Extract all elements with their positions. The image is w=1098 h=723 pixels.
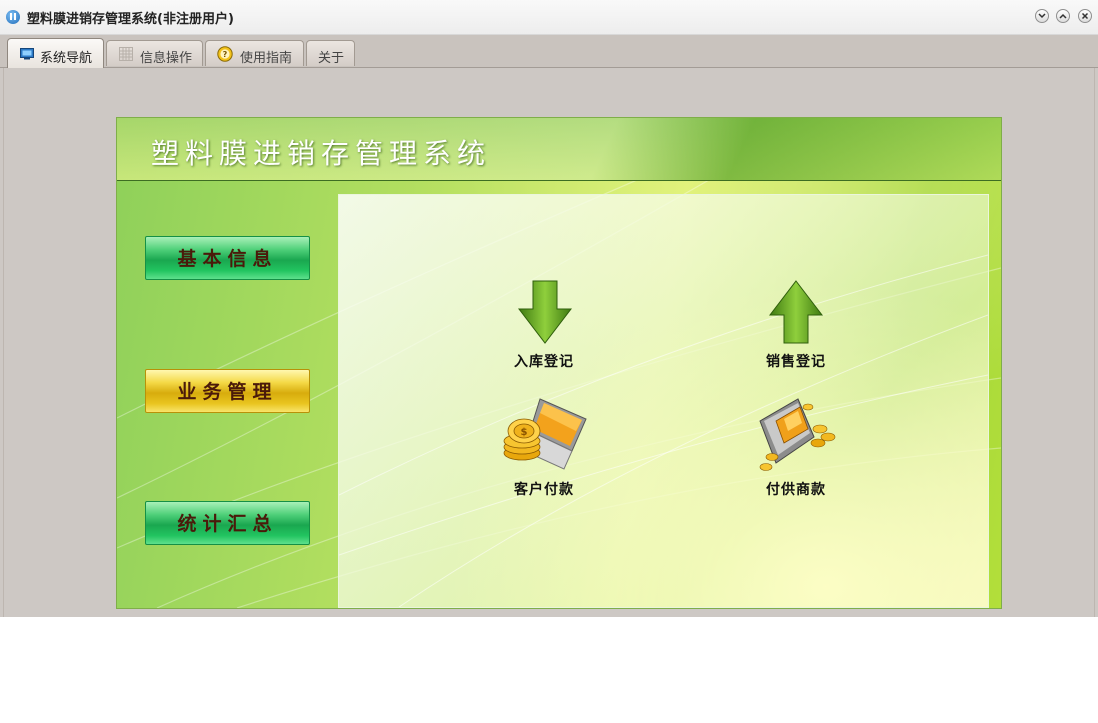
basic-info-button[interactable]: 基本信息 xyxy=(145,236,310,280)
tab-label: 系统导航 xyxy=(40,51,93,66)
tab-label: 关于 xyxy=(318,51,345,66)
customer-payment[interactable]: $ 客户付款 xyxy=(484,391,604,501)
stock-in-label: 入库登记 xyxy=(514,354,574,370)
coins-building-icon xyxy=(759,398,836,471)
arrow-down-icon xyxy=(517,280,573,344)
inner-streaks-decoration xyxy=(339,254,988,607)
panel-title: 塑料膜进销存管理系统 xyxy=(151,137,492,170)
svg-text:$: $ xyxy=(521,427,528,438)
coins-laptop-icon: $ xyxy=(503,398,587,470)
function-panel: 入库登记 销售登记 $ 客户付款 付供商款 xyxy=(338,194,989,608)
tab-system-navigation[interactable]: 系统导航 xyxy=(7,38,104,68)
chevron-down-icon xyxy=(1038,13,1046,19)
supplier-payment-label: 付供商款 xyxy=(766,482,826,498)
customer-payment-label: 客户付款 xyxy=(514,482,574,498)
tab-info-operations[interactable]: 信息操作 xyxy=(106,40,203,66)
sales-label: 销售登记 xyxy=(766,354,826,370)
navigation-panel: 塑料膜进销存管理系统 基本信息 业务管理 统计汇总 入库登记 销售登记 $ 客户… xyxy=(116,117,1002,609)
panel-header: 塑料膜进销存管理系统 xyxy=(117,118,1001,181)
title-bar: 塑料膜进销存管理系统(非注册用户) xyxy=(0,0,1098,35)
tab-label: 使用指南 xyxy=(240,51,293,66)
tab-label: 信息操作 xyxy=(140,51,193,66)
help-icon: ? xyxy=(217,46,233,62)
close-button[interactable] xyxy=(1078,9,1092,23)
business-management-button[interactable]: 业务管理 xyxy=(145,369,310,413)
close-icon xyxy=(1081,12,1089,20)
grid-icon xyxy=(119,47,133,61)
chevron-up-icon xyxy=(1059,13,1067,19)
window-title: 塑料膜进销存管理系统(非注册用户) xyxy=(27,12,234,27)
tab-user-guide[interactable]: ? 使用指南 xyxy=(205,40,304,66)
app-window: 塑料膜进销存管理系统(非注册用户) 系统导航 信息操作 ? 使用指南 关于 塑料… xyxy=(0,0,1098,617)
arrow-up-icon xyxy=(768,280,824,344)
svg-text:?: ? xyxy=(223,50,228,59)
empty-area xyxy=(0,617,1098,723)
maximize-button[interactable] xyxy=(1056,9,1070,23)
statistics-summary-button[interactable]: 统计汇总 xyxy=(145,501,310,545)
tab-about[interactable]: 关于 xyxy=(306,40,355,66)
tab-strip: 系统导航 信息操作 ? 使用指南 关于 xyxy=(0,35,1098,68)
monitor-icon xyxy=(20,48,34,60)
minimize-button[interactable] xyxy=(1035,9,1049,23)
supplier-payment[interactable]: 付供商款 xyxy=(736,391,856,501)
app-logo-icon xyxy=(6,10,20,24)
stock-in-registration[interactable]: 入库登记 xyxy=(484,279,604,379)
sales-registration[interactable]: 销售登记 xyxy=(736,279,856,379)
